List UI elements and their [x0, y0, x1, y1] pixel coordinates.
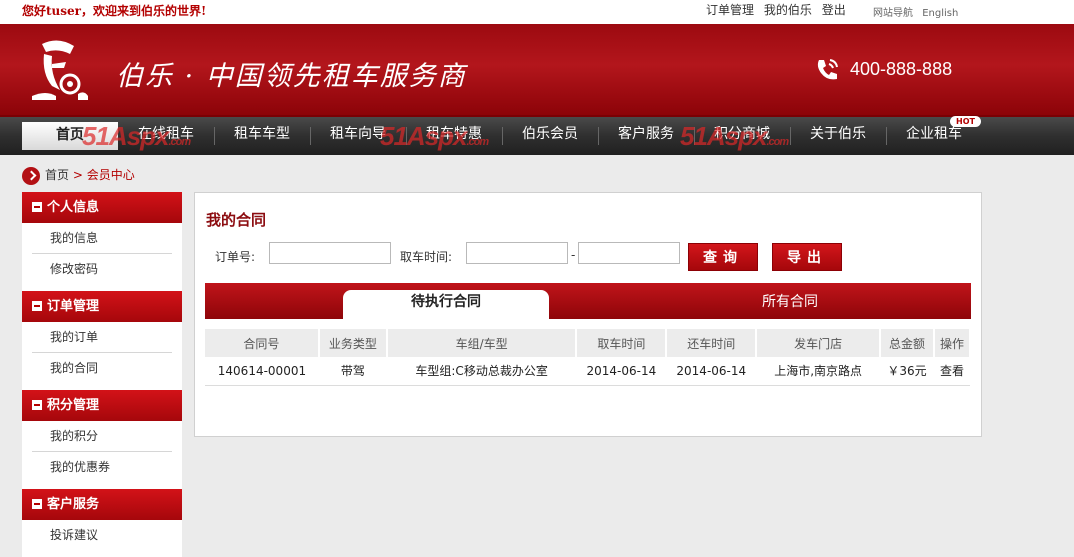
nav-rental-guide[interactable]: 租车向导: [310, 117, 406, 155]
sidebar-section-title: 积分管理: [47, 398, 100, 413]
sidebar-item-my-orders[interactable]: 我的订单: [32, 322, 172, 353]
nav-rental-deals[interactable]: 租车特惠: [406, 117, 502, 155]
site-header: 伯乐 · 中国领先租车服务商 400-888-888: [0, 24, 1074, 115]
header-slogan: 伯乐 · 中国领先租车服务商: [116, 61, 467, 92]
breadcrumb: 首页 > 会员中心: [22, 166, 135, 185]
nav-points-mall[interactable]: 积分商城: [694, 117, 790, 155]
sidebar-list: 投诉建议: [22, 520, 182, 557]
column-header-store: 发车门店: [756, 329, 882, 357]
column-header-total: 总金额: [880, 329, 935, 357]
member-sidebar: 个人信息 我的信息 修改密码 订单管理 我的订单 我的合同 积分管理 我的积分 …: [22, 192, 182, 557]
cell-store: 上海市,南京路点: [756, 357, 881, 386]
order-no-label: 订单号:: [215, 250, 256, 264]
date-range-separator: -: [571, 248, 576, 262]
phone-icon: [817, 59, 838, 80]
table-header-row: 合同号 业务类型 车组/车型 取车时间 还车时间 发车门店 总金额 操作: [205, 329, 972, 357]
sidebar-section-title: 个人信息: [47, 200, 100, 215]
contracts-panel: 我的合同 订单号: 取车时间: - 查询 导出 待执行合同 所有合同 合同号 业…: [194, 192, 982, 437]
tab-pending-contracts[interactable]: 待执行合同: [343, 290, 549, 319]
cell-car-group: 车型组:C移动总裁办公室: [386, 357, 577, 386]
top-links: 订单管理 我的伯乐 登出: [706, 1, 852, 18]
sidebar-item-my-points[interactable]: 我的积分: [32, 421, 172, 452]
cell-contract-no: 140614-00001: [205, 357, 319, 386]
order-no-input[interactable]: [269, 242, 391, 264]
cell-pickup-time: 2014-06-14: [576, 357, 667, 386]
top-link-order-management[interactable]: 订单管理: [706, 3, 754, 17]
top-link-english[interactable]: English: [922, 8, 958, 19]
arrow-right-icon: [22, 166, 40, 185]
breadcrumb-current[interactable]: > 会员中心: [73, 168, 135, 182]
sidebar-section-title: 客户服务: [47, 497, 100, 512]
welcome-greeting: 您好tuser，欢迎来到伯乐的世界!: [22, 4, 207, 18]
nav-online-rental[interactable]: 在线租车: [118, 117, 214, 155]
sidebar-section-personal-info[interactable]: 个人信息: [22, 192, 182, 223]
collapse-icon: [32, 498, 42, 509]
sidebar-item-my-contracts[interactable]: 我的合同: [32, 353, 172, 384]
bole-logo-icon[interactable]: [22, 34, 92, 104]
sidebar-item-complaints[interactable]: 投诉建议: [32, 520, 172, 551]
hotline-number: 400-888-888: [850, 59, 953, 79]
tab-all-contracts[interactable]: 所有合同: [725, 287, 855, 323]
sidebar-list: 我的订单 我的合同: [22, 322, 182, 390]
cell-return-time: 2014-06-14: [666, 357, 757, 386]
pickup-date-from-input[interactable]: [466, 242, 568, 264]
sidebar-item-my-coupons[interactable]: 我的优惠券: [32, 452, 172, 483]
column-header-return-time: 还车时间: [666, 329, 758, 357]
contract-tabs: 待执行合同 所有合同: [205, 283, 971, 319]
nav-home[interactable]: 首页: [22, 122, 118, 150]
top-small-links: 网站导航 English: [873, 4, 964, 19]
collapse-icon: [32, 201, 42, 212]
contracts-table: 合同号 业务类型 车组/车型 取车时间 还车时间 发车门店 总金额 操作 140…: [205, 329, 972, 386]
view-link[interactable]: 查看: [933, 357, 970, 386]
column-header-contract-no: 合同号: [205, 329, 320, 357]
sidebar-list: 我的信息 修改密码: [22, 223, 182, 291]
pickup-time-label: 取车时间:: [400, 250, 453, 264]
sidebar-list: 我的积分 我的优惠券: [22, 421, 182, 489]
sidebar-section-points[interactable]: 积分管理: [22, 390, 182, 421]
collapse-icon: [32, 399, 42, 410]
column-header-pickup-time: 取车时间: [576, 329, 668, 357]
sidebar-item-my-info[interactable]: 我的信息: [32, 223, 172, 254]
sidebar-section-title: 订单管理: [47, 299, 100, 314]
cell-total: ￥36元: [880, 357, 934, 386]
table-row: 140614-00001 带驾 车型组:C移动总裁办公室 2014-06-14 …: [205, 357, 970, 386]
breadcrumb-home[interactable]: 首页: [45, 168, 69, 182]
top-link-my-bole[interactable]: 我的伯乐: [764, 3, 812, 17]
export-button[interactable]: 导出: [772, 243, 842, 271]
top-link-site-nav[interactable]: 网站导航: [873, 8, 913, 19]
main-nav: 首页 在线租车 租车车型 租车向导 租车特惠 伯乐会员 客户服务 积分商城 关于…: [0, 115, 1074, 155]
nav-customer-service[interactable]: 客户服务: [598, 117, 694, 155]
cell-business-type: 带驾: [318, 357, 387, 386]
pickup-date-to-input[interactable]: [578, 242, 680, 264]
sidebar-item-change-password[interactable]: 修改密码: [32, 254, 172, 285]
hot-badge: HOT: [950, 116, 981, 127]
top-link-logout[interactable]: 登出: [822, 3, 846, 17]
column-header-business-type: 业务类型: [318, 329, 388, 357]
collapse-icon: [32, 300, 42, 311]
page-title: 我的合同: [206, 211, 267, 229]
search-button[interactable]: 查询: [688, 243, 758, 271]
column-header-car-group: 车组/车型: [386, 329, 578, 357]
nav-about[interactable]: 关于伯乐: [790, 117, 886, 155]
nav-car-models[interactable]: 租车车型: [214, 117, 310, 155]
sidebar-section-order-management[interactable]: 订单管理: [22, 291, 182, 322]
nav-members[interactable]: 伯乐会员: [502, 117, 598, 155]
top-bar: 您好tuser，欢迎来到伯乐的世界! 订单管理 我的伯乐 登出 网站导航 Eng…: [0, 0, 1074, 24]
column-header-action: 操作: [933, 329, 972, 357]
sidebar-section-customer-service[interactable]: 客户服务: [22, 489, 182, 520]
